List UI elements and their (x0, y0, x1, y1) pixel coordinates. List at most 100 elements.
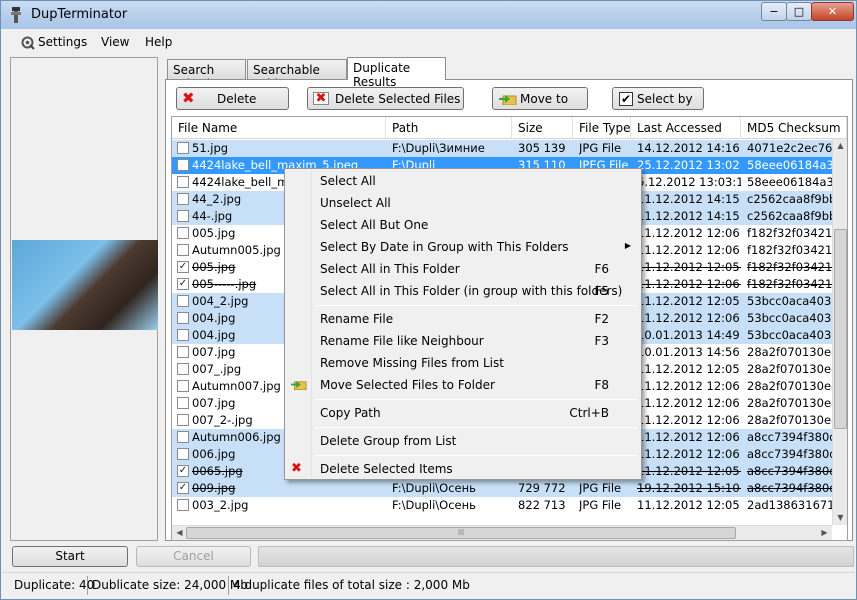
scroll-down-icon[interactable]: ▼ (833, 511, 847, 525)
ctx-select-all-but-one[interactable]: Select All But One (287, 214, 639, 236)
cell-accessed: 6.12.2012 13:03:11 (637, 175, 741, 189)
ctx-label: Delete Selected Items (320, 462, 453, 476)
ctx-select-all-in-folder-group[interactable]: Select All in This Folder (in group with… (287, 280, 639, 302)
horizontal-scrollbar[interactable]: ◀ ||| ▶ (172, 525, 832, 540)
cell-md5: c2562caa8f9bb2 (747, 209, 832, 223)
ctx-unselect-all[interactable]: Unselect All (287, 192, 639, 214)
row-checkbox[interactable] (177, 499, 189, 511)
table-row[interactable]: 51.jpg F:\Dupli\Зимние 305 139 JPG File 14.1… (172, 140, 832, 157)
ctx-label: Select All in This Folder (in group with… (320, 284, 623, 298)
progress-bar (258, 546, 854, 567)
cell-md5: 53bcc0aca4039e (747, 328, 832, 342)
cell-accessed: 11.12.2012 14:15:48 (637, 192, 741, 206)
row-checkbox[interactable]: ✓ (177, 278, 189, 290)
select-by-button[interactable]: ✔ Select by (612, 87, 704, 110)
menu-view[interactable]: View (101, 35, 129, 49)
cell-accessed: 11.12.2012 12:05:58 (637, 464, 741, 478)
row-checkbox[interactable] (177, 397, 189, 409)
row-checkbox[interactable] (177, 295, 189, 307)
horizontal-scroll-thumb[interactable]: ||| (186, 527, 736, 539)
col-last-accessed[interactable]: Last Accessed (631, 117, 741, 139)
table-row[interactable]: ✓ 009.jpg F:\Dupli\Осень 729 772 JPG File 19.… (172, 480, 832, 497)
context-menu: Select All Unselect All Select All But O… (284, 168, 642, 480)
ctx-delete-group[interactable]: Delete Group from List (287, 430, 639, 452)
ctx-label: Rename File (320, 312, 394, 326)
row-checkbox[interactable] (177, 193, 189, 205)
ctx-label: Select By Date in Group with This Folder… (320, 240, 569, 254)
cell-md5: 58eee06184a32d (747, 175, 832, 189)
row-checkbox[interactable] (177, 414, 189, 426)
row-checkbox[interactable] (177, 227, 189, 239)
tab-duplicate-results[interactable]: Duplicate Results (347, 57, 446, 89)
row-checkbox[interactable] (177, 329, 189, 341)
row-checkbox[interactable] (177, 142, 189, 154)
scroll-left-icon[interactable]: ◀ (172, 526, 187, 540)
row-checkbox[interactable]: ✓ (177, 482, 189, 494)
ctx-remove-missing[interactable]: Remove Missing Files from List (287, 352, 639, 374)
move-to-button[interactable]: Move to (492, 87, 588, 110)
ctx-move-selected[interactable]: Move Selected Files to Folder F8 (287, 374, 639, 396)
row-checkbox[interactable] (177, 363, 189, 375)
ctx-select-by-date[interactable]: Select By Date in Group with This Folder… (287, 236, 639, 258)
maximize-button[interactable]: □ (786, 2, 812, 21)
table-row[interactable]: 003_2.jpg F:\Dupli\Осень 822 713 JPG File 11… (172, 497, 832, 514)
cell-size: 305 139 (518, 141, 566, 155)
cell-md5: 28a2f070130e8c (747, 396, 832, 410)
cell-md5: 53bcc0aca4039e (747, 311, 832, 325)
cell-type: JPG File (579, 481, 622, 495)
tab-search-criteria[interactable]: Search Criteria (167, 59, 246, 91)
row-checkbox[interactable]: ✓ (177, 465, 189, 477)
col-size[interactable]: Size (512, 117, 573, 139)
col-md5[interactable]: MD5 Checksum (741, 117, 847, 139)
ctx-copy-path[interactable]: Copy Path Ctrl+B (287, 402, 639, 424)
cell-accessed: 11.12.2012 12:06:02 (637, 311, 741, 325)
settings-icon (21, 36, 35, 50)
app-window: DupTerminator − □ ✕ Settings View Help S… (0, 0, 857, 600)
delete-selected-button[interactable]: ✖ Delete Selected Files (307, 87, 464, 110)
ctx-select-all-in-folder[interactable]: Select All in This Folder F6 (287, 258, 639, 280)
row-checkbox[interactable] (177, 210, 189, 222)
scroll-right-icon[interactable]: ▶ (817, 526, 832, 540)
minimize-button[interactable]: − (761, 2, 787, 21)
ctx-delete-selected-items[interactable]: ✖ Delete Selected Items (287, 458, 639, 480)
ctx-label: Delete Group from List (320, 434, 457, 448)
start-button[interactable]: Start (12, 546, 128, 567)
status-duplicate: Duplicate: 40 (10, 576, 94, 595)
vertical-scrollbar[interactable]: ▲ ▼ (832, 139, 847, 525)
grid-header: File Name Path Size File Type Last Acces… (172, 117, 847, 139)
cell-type: JPG File (579, 498, 622, 512)
ctx-label: Rename File like Neighbour (320, 334, 484, 348)
ctx-label: Remove Missing Files from List (320, 356, 504, 370)
row-checkbox[interactable] (177, 431, 189, 443)
col-path[interactable]: Path (386, 117, 512, 139)
cell-size: 822 713 (518, 498, 566, 512)
row-checkbox[interactable] (177, 159, 189, 171)
cell-name: 009.jpg (192, 481, 236, 495)
cell-md5: a8cc7394f380d6 (747, 464, 832, 478)
move-to-label: Move to (520, 92, 569, 106)
delete-selected-icon: ✖ (313, 92, 329, 105)
menu-help[interactable]: Help (145, 35, 172, 49)
ctx-rename-file[interactable]: Rename File F2 (287, 308, 639, 330)
cancel-button[interactable]: Cancel (136, 546, 251, 567)
menu-settings[interactable]: Settings (38, 35, 87, 49)
ctx-separator (315, 305, 637, 306)
tab-searchable-folders[interactable]: Searchable Folders (247, 59, 347, 91)
scroll-up-icon[interactable]: ▲ (833, 139, 847, 153)
col-file-type[interactable]: File Type (573, 117, 631, 139)
row-checkbox[interactable]: ✓ (177, 261, 189, 273)
row-checkbox[interactable] (177, 244, 189, 256)
row-checkbox[interactable] (177, 346, 189, 358)
delete-button[interactable]: ✖ Delete (176, 87, 289, 110)
col-file-name[interactable]: File Name (172, 117, 386, 139)
row-checkbox[interactable] (177, 448, 189, 460)
vertical-scroll-thumb[interactable] (834, 229, 847, 429)
cell-size: 729 772 (518, 481, 566, 495)
row-checkbox[interactable] (177, 176, 189, 188)
row-checkbox[interactable] (177, 380, 189, 392)
close-button[interactable]: ✕ (811, 2, 854, 21)
checkbox-icon: ✔ (619, 92, 633, 106)
ctx-select-all[interactable]: Select All (287, 170, 639, 192)
row-checkbox[interactable] (177, 312, 189, 324)
ctx-rename-like-neighbour[interactable]: Rename File like Neighbour F3 (287, 330, 639, 352)
